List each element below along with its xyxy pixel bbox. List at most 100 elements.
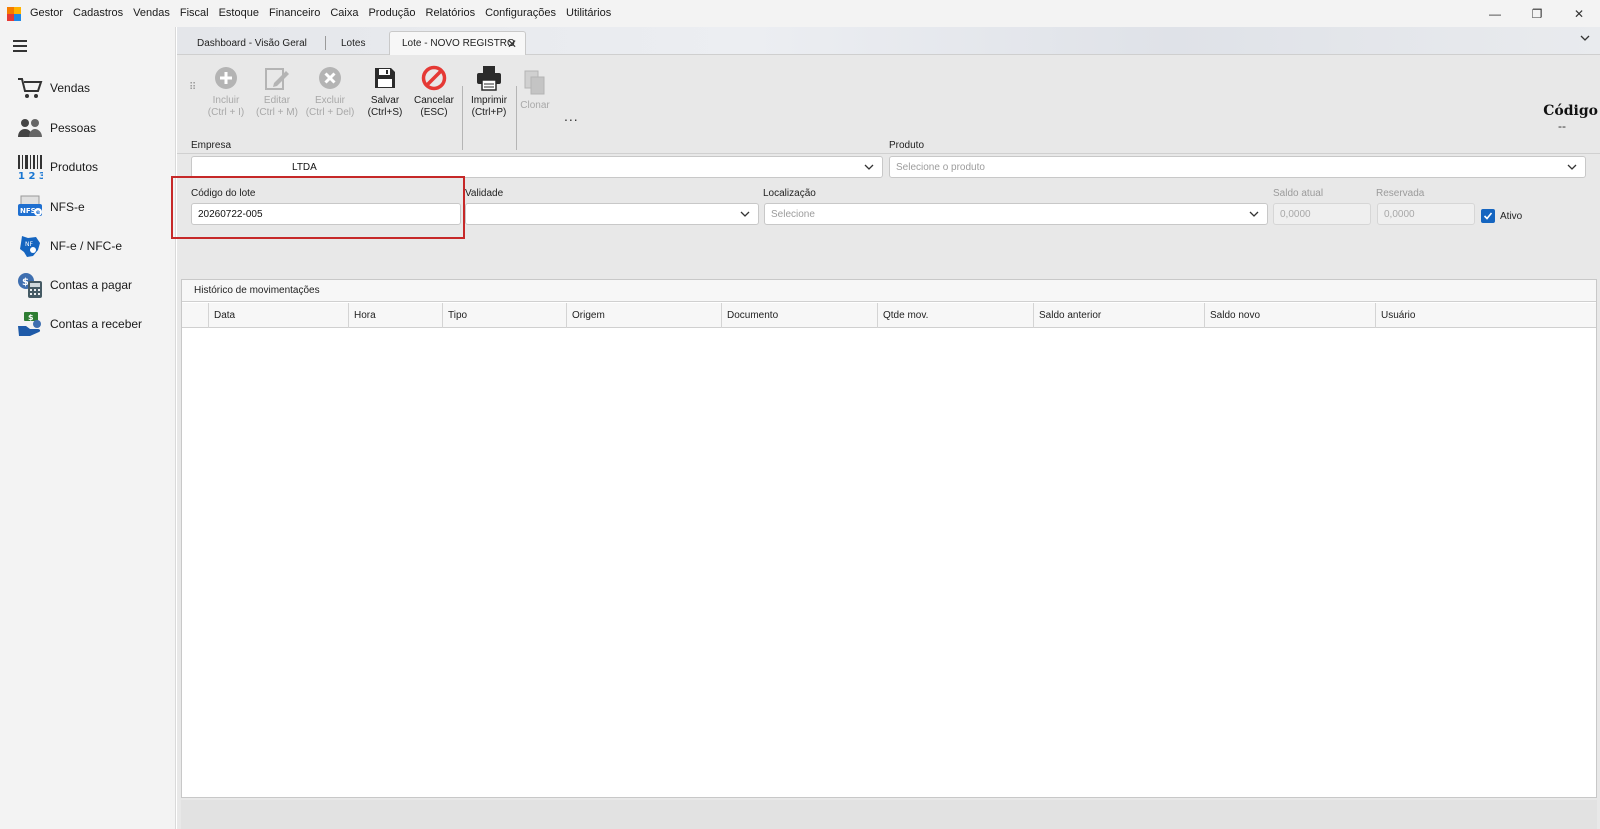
sidebar-item-label: NF-e / NFC-e — [50, 239, 122, 253]
cancelar-label: Cancelar (ESC) — [413, 95, 455, 118]
tab-separator — [325, 36, 326, 50]
localizacao-select[interactable]: Selecione — [764, 203, 1268, 225]
empresa-label: Empresa — [191, 140, 232, 151]
calculator-icon: $ — [16, 271, 44, 299]
sidebar-item-nfse[interactable]: NFS e NFS-e — [16, 191, 85, 223]
col-saldo-anterior[interactable]: Saldo anterior — [1033, 303, 1204, 328]
menu-relatorios[interactable]: Relatórios — [421, 0, 481, 27]
codigo-lote-label: Código do lote — [191, 188, 256, 199]
menu-vendas[interactable]: Vendas — [128, 0, 175, 27]
excluir-label: Excluir (Ctrl + Del) — [305, 95, 355, 118]
col-data[interactable]: Data — [208, 303, 348, 328]
delete-circle-icon — [315, 63, 345, 93]
codigo-lote-value: 20260722-005 — [198, 208, 263, 220]
reservada-value: 0,0000 — [1384, 208, 1415, 220]
tab-lotes[interactable]: Lotes — [329, 31, 379, 55]
tab-label: Dashboard - Visão Geral — [197, 37, 307, 49]
imprimir-label: Imprimir (Ctrl+P) — [470, 95, 508, 118]
saldo-atual-label: Saldo atual — [1273, 188, 1324, 199]
ativo-checkbox[interactable] — [1481, 209, 1495, 223]
produto-select[interactable]: Selecione o produto — [889, 156, 1586, 178]
checkmark-icon — [1483, 212, 1493, 220]
localizacao-label: Localização — [763, 188, 816, 199]
editar-label: Editar (Ctrl + M) — [256, 95, 298, 118]
sidebar-item-contas-receber[interactable]: $ Contas a receber — [16, 308, 142, 340]
col-hora[interactable]: Hora — [348, 303, 442, 328]
localizacao-placeholder: Selecione — [771, 208, 815, 220]
more-options-button[interactable]: ... — [564, 108, 579, 124]
codigo-value: -- — [1558, 119, 1566, 133]
sidebar-item-contas-pagar[interactable]: $ Contas a pagar — [16, 269, 132, 301]
sidebar-item-produtos[interactable]: 1 2 3 Produtos — [16, 151, 98, 183]
grid-title: Histórico de movimentações — [182, 280, 1596, 302]
col-documento[interactable]: Documento — [721, 303, 877, 328]
menu-fiscal[interactable]: Fiscal — [175, 0, 214, 27]
minimize-button[interactable]: — — [1474, 0, 1516, 27]
salvar-button[interactable]: Salvar (Ctrl+S) — [358, 63, 412, 123]
cancelar-button[interactable]: Cancelar (ESC) — [407, 63, 461, 123]
col-tipo[interactable]: Tipo — [442, 303, 566, 328]
menu-producao[interactable]: Produção — [363, 0, 420, 27]
plus-circle-icon — [211, 63, 241, 93]
codigo-lote-input[interactable]: 20260722-005 — [191, 203, 461, 225]
col-qtde-mov[interactable]: Qtde mov. — [877, 303, 1033, 328]
app-logo-icon — [7, 6, 21, 21]
empresa-select[interactable]: LTDA — [191, 156, 883, 178]
svg-text:1 2 3: 1 2 3 — [18, 171, 43, 180]
people-icon — [16, 114, 44, 142]
menu-gestor[interactable]: Gestor — [25, 0, 68, 27]
validade-select[interactable] — [465, 203, 759, 225]
excluir-button[interactable]: Excluir (Ctrl + Del) — [303, 63, 357, 123]
empresa-value: LTDA — [292, 161, 317, 173]
historico-grid: Histórico de movimentações Data Hora Tip… — [181, 279, 1597, 798]
close-window-button[interactable]: ✕ — [1558, 0, 1600, 27]
editar-button[interactable]: Editar (Ctrl + M) — [250, 63, 304, 123]
cancel-icon — [419, 63, 449, 93]
col-saldo-novo[interactable]: Saldo novo — [1204, 303, 1375, 328]
svg-text:NF: NF — [25, 241, 33, 248]
chevron-down-icon — [1249, 211, 1259, 217]
menu-estoque[interactable]: Estoque — [214, 0, 264, 27]
close-tab-icon[interactable]: ✕ — [507, 37, 517, 51]
menu-utilitarios[interactable]: Utilitários — [561, 0, 616, 27]
col-origem[interactable]: Origem — [566, 303, 721, 328]
barcode-icon: 1 2 3 — [16, 153, 44, 181]
menu-bar: Gestor Cadastros Vendas Fiscal Estoque F… — [0, 0, 1600, 27]
restore-button[interactable]: ❐ — [1516, 0, 1558, 27]
produto-placeholder: Selecione o produto — [896, 161, 985, 173]
reservada-input: 0,0000 — [1377, 203, 1475, 225]
chevron-down-icon — [1567, 164, 1577, 170]
validade-label: Validade — [465, 188, 504, 199]
tab-bar: Dashboard - Visão Geral Lotes Lote - NOV… — [177, 27, 1600, 55]
sidebar-item-label: Pessoas — [50, 121, 97, 135]
tab-lote-novo-registro[interactable]: Lote - NOVO REGISTRO ✕ — [389, 31, 526, 55]
menu-configuracoes[interactable]: Configurações — [480, 0, 561, 27]
chevron-down-icon[interactable] — [1580, 33, 1590, 46]
svg-text:$: $ — [22, 277, 29, 288]
clonar-button[interactable]: Clonar — [508, 68, 562, 128]
sidebar-item-label: Vendas — [50, 81, 91, 95]
row-indicator-header — [182, 303, 208, 328]
ativo-label: Ativo — [1500, 211, 1523, 222]
tab-dashboard[interactable]: Dashboard - Visão Geral — [185, 31, 325, 55]
printer-icon — [474, 63, 504, 93]
saldo-atual-input: 0,0000 — [1273, 203, 1371, 225]
saldo-atual-value: 0,0000 — [1280, 208, 1311, 220]
svg-text:NFS: NFS — [20, 207, 36, 215]
menu-financeiro[interactable]: Financeiro — [264, 0, 325, 27]
incluir-button[interactable]: Incluir (Ctrl + I) — [199, 63, 253, 123]
save-icon — [370, 63, 400, 93]
reservada-label: Reservada — [1376, 188, 1425, 199]
sidebar-item-pessoas[interactable]: Pessoas — [16, 112, 96, 144]
chevron-down-icon — [740, 211, 750, 217]
drag-handle-icon[interactable]: ⠿ — [189, 82, 196, 93]
sidebar-item-nfe[interactable]: NF NF-e / NFC-e — [16, 230, 122, 262]
col-usuario[interactable]: Usuário — [1375, 303, 1596, 328]
menu-caixa[interactable]: Caixa — [325, 0, 363, 27]
money-hand-icon: $ — [16, 310, 44, 338]
menu-cadastros[interactable]: Cadastros — [68, 0, 128, 27]
chevron-down-icon — [864, 164, 874, 170]
sidebar-item-vendas[interactable]: Vendas — [16, 72, 90, 104]
hamburger-menu-icon[interactable] — [13, 40, 27, 55]
sidebar-item-label: Produtos — [50, 160, 99, 174]
